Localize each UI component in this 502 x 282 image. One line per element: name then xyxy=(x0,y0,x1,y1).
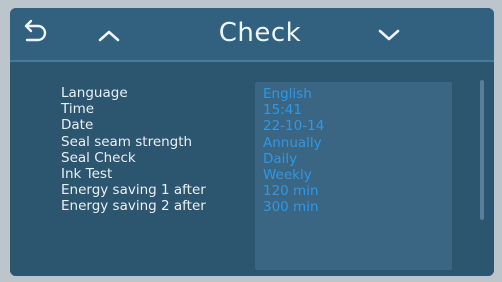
device-screen: Check Language Time Date Seal seam stren… xyxy=(10,8,494,276)
label-ink-test: Ink Test xyxy=(61,166,113,183)
value-date[interactable]: 22-10-14 xyxy=(263,118,324,134)
value-language[interactable]: English xyxy=(263,86,324,102)
values-panel: English 15:41 22-10-14 Annually Daily We… xyxy=(255,82,452,270)
value-ink-test[interactable]: Weekly xyxy=(263,167,324,183)
setting-values: English 15:41 22-10-14 Annually Daily We… xyxy=(263,86,324,216)
label-energy-saving-2: Energy saving 2 after xyxy=(61,198,206,215)
value-energy-saving-2[interactable]: 300 min xyxy=(263,199,324,215)
header-bar: Check xyxy=(10,8,494,62)
value-energy-saving-1[interactable]: 120 min xyxy=(263,183,324,199)
label-language: Language xyxy=(61,85,128,101)
label-seal-seam-strength: Seal seam strength xyxy=(61,133,193,150)
page-title: Check xyxy=(218,18,302,48)
label-energy-saving-1: Energy saving 1 after xyxy=(61,182,206,199)
value-seal-seam-strength[interactable]: Annually xyxy=(263,135,324,151)
back-arrow-icon[interactable] xyxy=(23,18,51,48)
label-date: Date xyxy=(61,117,94,134)
settings-list: Language Time Date Seal seam strength Se… xyxy=(10,62,494,276)
label-time: Time xyxy=(61,101,95,118)
scrollbar[interactable] xyxy=(480,80,484,220)
label-seal-check: Seal Check xyxy=(61,149,136,166)
chevron-up-icon[interactable] xyxy=(97,28,121,42)
chevron-down-icon[interactable] xyxy=(377,28,401,42)
value-time[interactable]: 15:41 xyxy=(263,102,324,118)
value-seal-check[interactable]: Daily xyxy=(263,151,324,167)
setting-labels: Language Time Date Seal seam strength Se… xyxy=(61,85,251,215)
